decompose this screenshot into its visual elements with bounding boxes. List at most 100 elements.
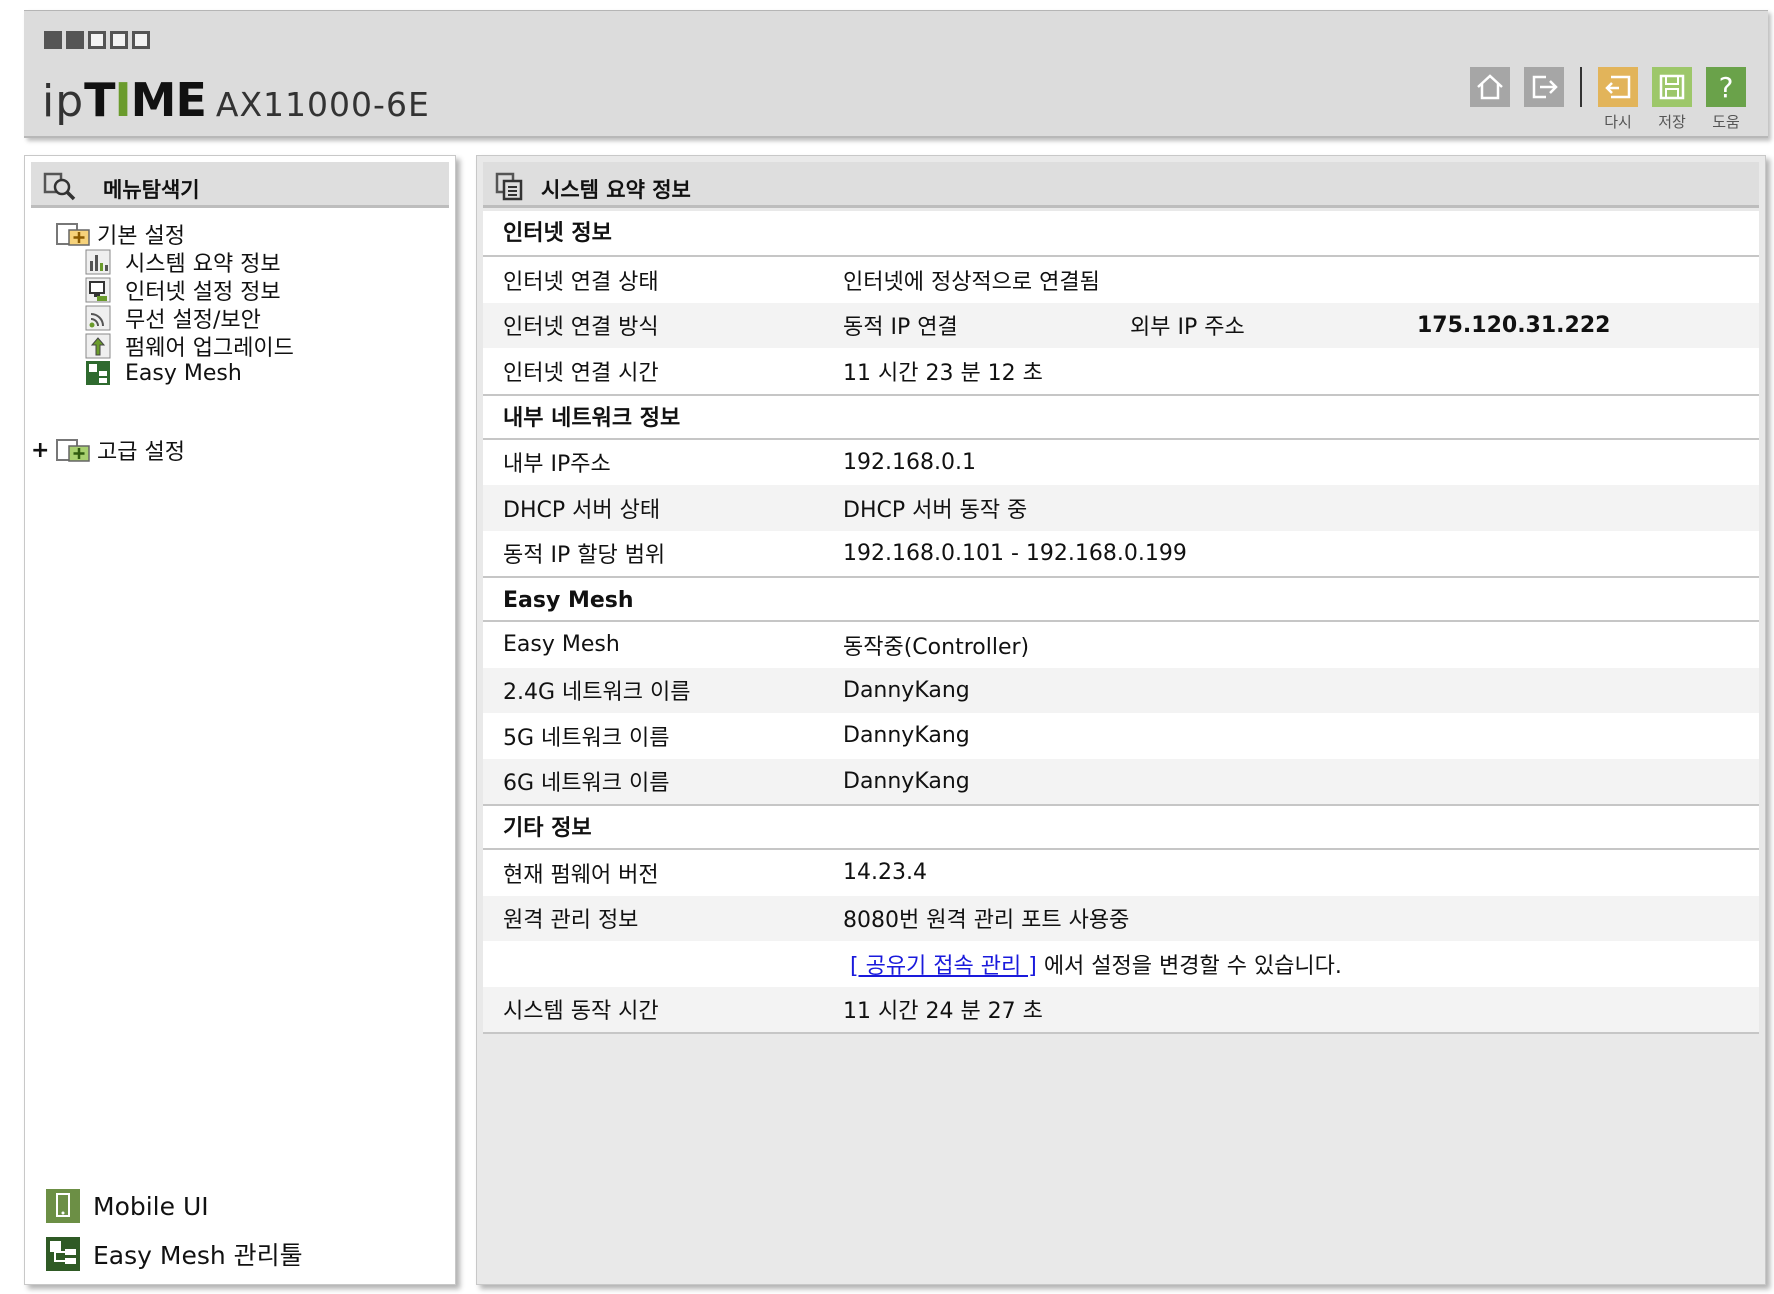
row-value: 192.168.0.1 — [843, 449, 976, 475]
row-remote-management: 원격 관리 정보 8080번 원격 관리 포트 사용중 — [483, 895, 1759, 941]
folder-open-icon — [55, 221, 93, 247]
status-dots — [44, 31, 150, 49]
wireless-icon — [85, 305, 111, 331]
bottom-links: Mobile UI Easy Mesh 관리툴 — [45, 1176, 303, 1272]
save-button[interactable]: 저장 — [1652, 67, 1692, 131]
logo-time-text: TIME — [84, 73, 207, 127]
row-5g-ssid: 5G 네트워크 이름 DannyKang — [483, 713, 1759, 759]
row-6g-ssid: 6G 네트워크 이름 DannyKang — [483, 758, 1759, 804]
row-label: 인터넷 연결 상태 — [503, 269, 659, 295]
monitor-icon — [85, 277, 111, 303]
row-label: 5G 네트워크 이름 — [503, 725, 670, 751]
row-label: 내부 IP주소 — [503, 452, 611, 478]
expand-plus-icon[interactable]: + — [31, 438, 55, 463]
retry-icon — [1598, 67, 1638, 107]
menu-explorer-panel: 메뉴탐색기 기본 설정 시스템 요약 정보 인터넷 설정 정보 무선 설정/보안… — [24, 155, 456, 1285]
external-ip-value: 175.120.31.222 — [1417, 312, 1611, 338]
toolbar-separator — [1580, 67, 1582, 107]
row-value: 동적 IP 연결 — [843, 315, 958, 341]
external-ip-label: 외부 IP 주소 — [1130, 315, 1245, 341]
section-lan: 내부 네트워크 정보 — [483, 393, 1759, 440]
tree-advanced-label: 고급 설정 — [97, 440, 185, 465]
row-remote-note: [ 공유기 접속 관리 ] 에서 설정을 변경할 수 있습니다. — [483, 941, 1759, 987]
row-value: 동작중(Controller) — [843, 634, 1030, 660]
row-system-uptime: 시스템 동작 시간 11 시간 24 분 27 초 — [483, 986, 1759, 1034]
logout-icon — [1524, 67, 1564, 107]
row-value: 8080번 원격 관리 포트 사용중 — [843, 908, 1130, 934]
row-value: 14.23.4 — [843, 860, 927, 886]
row-label: Easy Mesh — [503, 632, 620, 658]
row-value: 192.168.0.101 - 192.168.0.199 — [843, 540, 1187, 566]
menu-explorer-header: 메뉴탐색기 — [31, 162, 449, 208]
tree-item-easy-mesh[interactable]: Easy Mesh — [85, 360, 242, 386]
section-etc: 기타 정보 — [483, 804, 1759, 850]
menu-explorer-title: 메뉴탐색기 — [103, 178, 200, 202]
row-label: 동적 IP 할당 범위 — [503, 543, 666, 569]
router-access-management-link[interactable]: [ 공유기 접속 관리 ] — [850, 954, 1037, 979]
tree-advanced-settings[interactable]: + 고급 설정 — [31, 434, 185, 466]
help-label: 도움 — [1712, 113, 1740, 131]
iptime-logo: ip TIME AX11000-6E — [42, 67, 430, 127]
retry-label: 다시 — [1604, 113, 1632, 131]
row-internet-status: 인터넷 연결 상태 인터넷에 정상적으로 연결됨 — [483, 257, 1759, 303]
row-internet-method: 인터넷 연결 방식 동적 IP 연결 외부 IP 주소 175.120.31.2… — [483, 302, 1759, 348]
mesh-tool-icon — [45, 1236, 81, 1272]
mobile-phone-icon — [45, 1188, 81, 1224]
summary-table: 인터넷 정보 인터넷 연결 상태 인터넷에 정상적으로 연결됨 인터넷 연결 방… — [483, 211, 1759, 1034]
row-label: DHCP 서버 상태 — [503, 497, 661, 523]
row-value: 11 시간 23 분 12 초 — [843, 360, 1043, 386]
row-lan-ip: 내부 IP주소 192.168.0.1 — [483, 440, 1759, 486]
upgrade-arrow-icon — [85, 333, 111, 359]
toolbar: 다시 저장 ? 도움 — [1456, 67, 1746, 131]
section-internet: 인터넷 정보 — [483, 211, 1759, 257]
page-title: 시스템 요약 정보 — [541, 178, 691, 202]
row-value: DannyKang — [843, 677, 970, 703]
row-value: 인터넷에 정상적으로 연결됨 — [843, 269, 1100, 295]
bar-chart-icon — [85, 249, 111, 275]
model-name: AX11000-6E — [215, 85, 430, 124]
row-label: 현재 펌웨어 버전 — [503, 862, 659, 888]
magnifier-icon — [43, 172, 77, 206]
logo-ip-text: ip — [42, 76, 85, 127]
home-icon — [1470, 67, 1510, 107]
save-icon — [1652, 67, 1692, 107]
mesh-icon — [85, 360, 111, 386]
easy-mesh-tool-link[interactable]: Easy Mesh 관리툴 — [45, 1236, 303, 1272]
row-firmware-version: 현재 펌웨어 버전 14.23.4 — [483, 850, 1759, 896]
tree-item-label: Easy Mesh — [125, 360, 242, 386]
content-header: 시스템 요약 정보 — [483, 162, 1759, 208]
document-stack-icon — [495, 172, 525, 206]
row-internet-time: 인터넷 연결 시간 11 시간 23 분 12 초 — [483, 348, 1759, 394]
help-icon: ? — [1706, 67, 1746, 107]
logout-button[interactable] — [1524, 67, 1564, 107]
row-label: 원격 관리 정보 — [503, 908, 639, 934]
row-value: DannyKang — [843, 723, 970, 749]
row-value: 11 시간 24 분 27 초 — [843, 999, 1043, 1025]
mobile-ui-link[interactable]: Mobile UI — [45, 1188, 303, 1224]
row-label: 6G 네트워크 이름 — [503, 771, 670, 797]
remote-note-text: 에서 설정을 변경할 수 있습니다. — [1036, 953, 1342, 979]
save-label: 저장 — [1658, 113, 1686, 131]
row-dhcp-range: 동적 IP 할당 범위 192.168.0.101 - 192.168.0.19… — [483, 531, 1759, 577]
row-label: 2.4G 네트워크 이름 — [503, 680, 691, 706]
row-label: 시스템 동작 시간 — [503, 999, 659, 1025]
row-value: DHCP 서버 동작 중 — [843, 497, 1028, 523]
row-mesh-status: Easy Mesh 동작중(Controller) — [483, 622, 1759, 668]
remote-note: [ 공유기 접속 관리 ] 에서 설정을 변경할 수 있습니다. — [850, 948, 1342, 980]
row-2g-ssid: 2.4G 네트워크 이름 DannyKang — [483, 667, 1759, 713]
retry-button[interactable]: 다시 — [1598, 67, 1638, 131]
header-bar: ip TIME AX11000-6E 다시 저장 ? 도움 — [24, 10, 1768, 138]
mobile-ui-label: Mobile UI — [93, 1191, 209, 1221]
tree-item-label: 펌웨어 업그레이드 — [125, 336, 294, 361]
section-easy-mesh: Easy Mesh — [483, 576, 1759, 622]
content-panel: 시스템 요약 정보 인터넷 정보 인터넷 연결 상태 인터넷에 정상적으로 연결… — [476, 155, 1766, 1285]
tree-item-firmware-upgrade[interactable]: 펌웨어 업그레이드 — [85, 330, 294, 362]
row-label: 인터넷 연결 방식 — [503, 315, 659, 341]
row-value: DannyKang — [843, 768, 970, 794]
row-dhcp-status: DHCP 서버 상태 DHCP 서버 동작 중 — [483, 485, 1759, 531]
row-label: 인터넷 연결 시간 — [503, 360, 659, 386]
folder-closed-icon — [55, 437, 93, 463]
mesh-tool-label: Easy Mesh 관리툴 — [93, 1241, 303, 1270]
home-button[interactable] — [1470, 67, 1510, 107]
help-button[interactable]: ? 도움 — [1706, 67, 1746, 131]
